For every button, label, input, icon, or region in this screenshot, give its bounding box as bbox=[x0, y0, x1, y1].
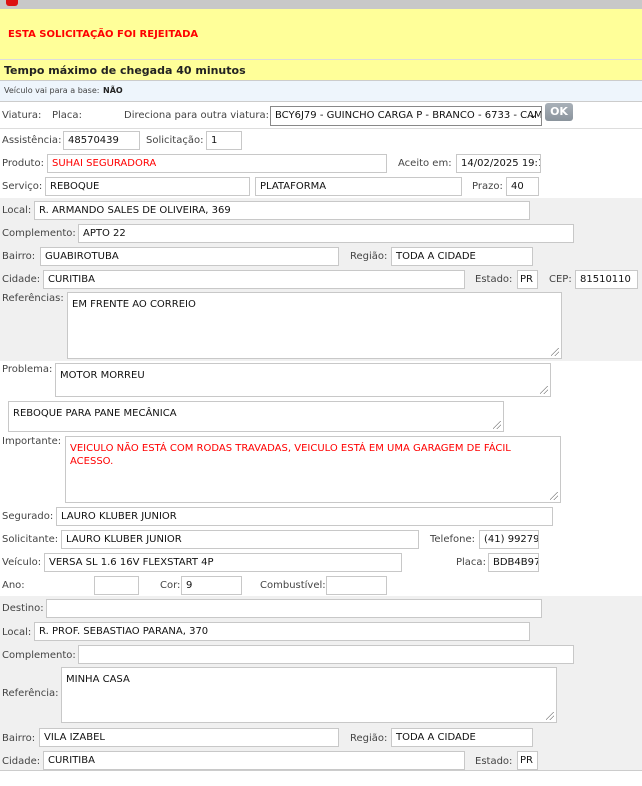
destino-bairro-field[interactable]: VILA IZABEL bbox=[39, 728, 339, 747]
placa-label: Placa: bbox=[52, 110, 82, 121]
chevron-down-icon: ⌄ bbox=[528, 110, 537, 121]
destino-regiao-label: Região: bbox=[350, 733, 388, 744]
problema-label: Problema: bbox=[2, 364, 53, 375]
rejected-banner: ESTA SOLICITAÇÃO FOI REJEITADA bbox=[0, 9, 642, 60]
combustivel-field[interactable] bbox=[326, 576, 387, 595]
cor-field[interactable]: 9 bbox=[181, 576, 242, 595]
importante-textarea[interactable]: VEICULO NÃO ESTÁ COM RODAS TRAVADAS, VEI… bbox=[65, 436, 561, 503]
referencias-textarea[interactable]: EM FRENTE AO CORREIO bbox=[67, 292, 562, 359]
regiao-label: Região: bbox=[350, 251, 388, 262]
solicitacao-label: Solicitação: bbox=[146, 135, 204, 146]
destino-local-label: Local: bbox=[2, 627, 32, 638]
problema-textarea[interactable]: MOTOR MORREU bbox=[55, 363, 551, 397]
prazo-field[interactable]: 40 bbox=[506, 177, 539, 196]
aceito-label: Aceito em: bbox=[398, 158, 452, 169]
redirect-select[interactable]: BCY6J79 - GUINCHO CARGA P - BRANCO - 673… bbox=[270, 106, 542, 126]
veiculo-label: Veículo: bbox=[2, 557, 42, 568]
solicitante-field[interactable]: LAURO KLUBER JUNIOR bbox=[61, 530, 419, 549]
base-label: Veículo vai para a base: bbox=[4, 86, 100, 95]
telefone-field[interactable]: (41) 992797803 bbox=[479, 530, 539, 549]
redirect-label: Direciona para outra viatura: bbox=[124, 110, 269, 121]
placa-label: Placa: bbox=[456, 557, 486, 568]
redirect-select-value: BCY6J79 - GUINCHO CARGA P - BRANCO - 673… bbox=[275, 110, 542, 121]
ano-label: Ano: bbox=[2, 580, 25, 591]
cidade-label: Cidade: bbox=[2, 274, 41, 285]
base-info: Veículo vai para a base: NÃO bbox=[0, 81, 642, 102]
produto-label: Produto: bbox=[2, 158, 44, 169]
servico-type-field[interactable]: PLATAFORMA bbox=[255, 177, 462, 196]
destino-field[interactable] bbox=[46, 599, 542, 618]
ok-button[interactable]: OK bbox=[545, 103, 573, 121]
destino-label: Destino: bbox=[2, 603, 44, 614]
assistencia-label: Assistência: bbox=[2, 135, 62, 146]
segurado-label: Segurado: bbox=[2, 511, 54, 522]
regiao-field[interactable]: TODA A CIDADE bbox=[391, 247, 533, 266]
ano-field[interactable] bbox=[94, 576, 139, 595]
destino-estado-field[interactable]: PR bbox=[517, 751, 538, 770]
segurado-field[interactable]: LAURO KLUBER JUNIOR bbox=[56, 507, 553, 526]
solicitante-label: Solicitante: bbox=[2, 534, 59, 545]
estado-label: Estado: bbox=[475, 274, 513, 285]
veiculo-field[interactable]: VERSA SL 1.6 16V FLEXSTART 4P bbox=[44, 553, 402, 572]
destino-cidade-label: Cidade: bbox=[2, 756, 41, 767]
destino-referencia-label: Referência: bbox=[2, 688, 59, 699]
viatura-label: Viatura: bbox=[2, 110, 42, 121]
max-time-text: Tempo máximo de chegada 40 minutos bbox=[4, 64, 246, 77]
destino-bairro-label: Bairro: bbox=[2, 733, 36, 744]
problema-detail-textarea[interactable]: REBOQUE PARA PANE MECÂNICA bbox=[8, 401, 504, 432]
destino-local-field[interactable]: R. PROF. SEBASTIAO PARANA, 370 bbox=[34, 622, 530, 641]
base-value: NÃO bbox=[103, 86, 123, 95]
cep-label: CEP: bbox=[549, 274, 572, 285]
complemento-field[interactable]: APTO 22 bbox=[78, 224, 574, 243]
complemento-label: Complemento: bbox=[2, 228, 76, 239]
cep-field[interactable]: 81510110 bbox=[575, 270, 638, 289]
cidade-field[interactable]: CURITIBA bbox=[43, 270, 465, 289]
solicitacao-field[interactable]: 1 bbox=[206, 131, 242, 150]
destino-complemento-label: Complemento: bbox=[2, 650, 76, 661]
destino-referencia-textarea[interactable]: MINHA CASA bbox=[61, 667, 557, 723]
combustivel-label: Combustível: bbox=[260, 580, 326, 591]
referencias-label: Referências: bbox=[2, 293, 64, 304]
local-field[interactable]: R. ARMANDO SALES DE OLIVEIRA, 369 bbox=[34, 201, 530, 220]
destino-regiao-field[interactable]: TODA A CIDADE bbox=[391, 728, 533, 747]
destino-complemento-field[interactable] bbox=[78, 645, 574, 664]
prazo-label: Prazo: bbox=[472, 181, 503, 192]
close-icon[interactable] bbox=[6, 0, 18, 6]
bairro-label: Bairro: bbox=[2, 251, 36, 262]
assistencia-field[interactable]: 48570439 bbox=[63, 131, 140, 150]
servico-field[interactable]: REBOQUE bbox=[45, 177, 250, 196]
aceito-field[interactable]: 14/02/2025 19:15 bbox=[456, 154, 541, 173]
destino-estado-label: Estado: bbox=[475, 756, 513, 767]
placa-field[interactable]: BDB4B97 bbox=[488, 553, 539, 572]
servico-label: Serviço: bbox=[2, 181, 43, 192]
produto-field[interactable]: SUHAI SEGURADORA bbox=[47, 154, 387, 173]
max-time-banner: Tempo máximo de chegada 40 minutos bbox=[0, 60, 642, 81]
cor-label: Cor: bbox=[160, 580, 181, 591]
rejected-message: ESTA SOLICITAÇÃO FOI REJEITADA bbox=[8, 29, 199, 40]
local-label: Local: bbox=[2, 205, 32, 216]
importante-label: Importante: bbox=[2, 436, 62, 447]
title-bar bbox=[0, 0, 642, 9]
divider bbox=[0, 128, 642, 129]
bairro-field[interactable]: GUABIROTUBA bbox=[40, 247, 339, 266]
telefone-label: Telefone: bbox=[430, 534, 475, 545]
estado-field[interactable]: PR bbox=[517, 270, 538, 289]
destino-cidade-field[interactable]: CURITIBA bbox=[43, 751, 465, 770]
